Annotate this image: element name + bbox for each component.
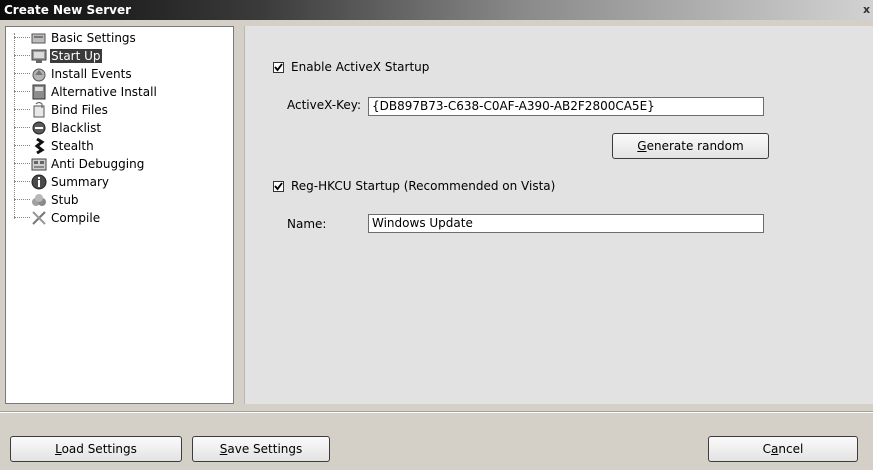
checkbox-box[interactable] [273,61,284,73]
bind-files-icon [31,102,47,118]
save-settings-button[interactable]: Save Settings [192,436,330,462]
tree-item-label: Summary [51,175,109,189]
tree-item-label: Bind Files [51,103,108,117]
reg-hkcu-startup-label: Reg-HKCU Startup (Recommended on Vista) [291,179,556,193]
tree-item-label: Install Events [51,67,132,81]
summary-icon [31,174,47,190]
tree-item-compile[interactable]: Compile [6,209,101,227]
tree-item-bind-files[interactable]: Bind Files [6,101,109,119]
tree-item-label: Alternative Install [51,85,157,99]
tree-item-start-up[interactable]: Start Up [6,47,102,65]
anti-debugging-icon [31,156,47,172]
settings-icon [31,30,47,46]
tree-item-basic-settings[interactable]: Basic Settings [6,29,137,47]
tree-item-label: Basic Settings [51,31,136,45]
load-settings-button[interactable]: Load Settings [10,436,182,462]
generate-random-button[interactable]: Generate random [612,133,769,159]
tree-item-alternative-install[interactable]: Alternative Install [6,83,158,101]
activex-startup-label: Enable ActiveX Startup [291,60,430,74]
tree-item-label: Stealth [51,139,94,153]
tree-item-summary[interactable]: Summary [6,173,110,191]
name-input[interactable]: Windows Update [368,214,764,233]
tree-item-label: Stub [51,193,79,207]
compile-icon [31,210,47,226]
stealth-icon [31,138,47,154]
title-bar: Create New Server x [0,0,873,20]
activex-key-input[interactable]: {DB897B73-C638-C0AF-A390-AB2F2800CA5E} [368,97,764,116]
activex-key-label: ActiveX-Key: [287,98,361,112]
close-button[interactable]: x [863,0,873,20]
name-label: Name: [287,217,327,231]
startup-icon [31,48,47,64]
stub-icon [31,192,47,208]
tree-item-label: Blacklist [51,121,102,135]
checkbox-box[interactable] [273,180,284,192]
tree-item-stub[interactable]: Stub [6,191,80,209]
install-events-icon [31,66,47,82]
tree-item-stealth[interactable]: Stealth [6,137,95,155]
tree-item-label: Start Up [50,49,102,63]
alternative-install-icon [31,84,47,100]
reg-hkcu-startup-checkbox[interactable]: Reg-HKCU Startup (Recommended on Vista) [273,179,555,193]
settings-tree[interactable]: Basic Settings Start Up Install Events A… [5,26,234,404]
tree-item-install-events[interactable]: Install Events [6,65,133,83]
blacklist-icon [31,120,47,136]
activex-startup-checkbox[interactable]: Enable ActiveX Startup [273,60,429,74]
tree-item-label: Compile [51,211,101,225]
tree-item-anti-debugging[interactable]: Anti Debugging [6,155,145,173]
cancel-button[interactable]: Cancel [708,436,858,462]
startup-panel: Enable ActiveX Startup ActiveX-Key: {DB8… [244,26,873,404]
tree-item-blacklist[interactable]: Blacklist [6,119,102,137]
window-title: Create New Server [4,3,132,17]
tree-item-label: Anti Debugging [51,157,145,171]
